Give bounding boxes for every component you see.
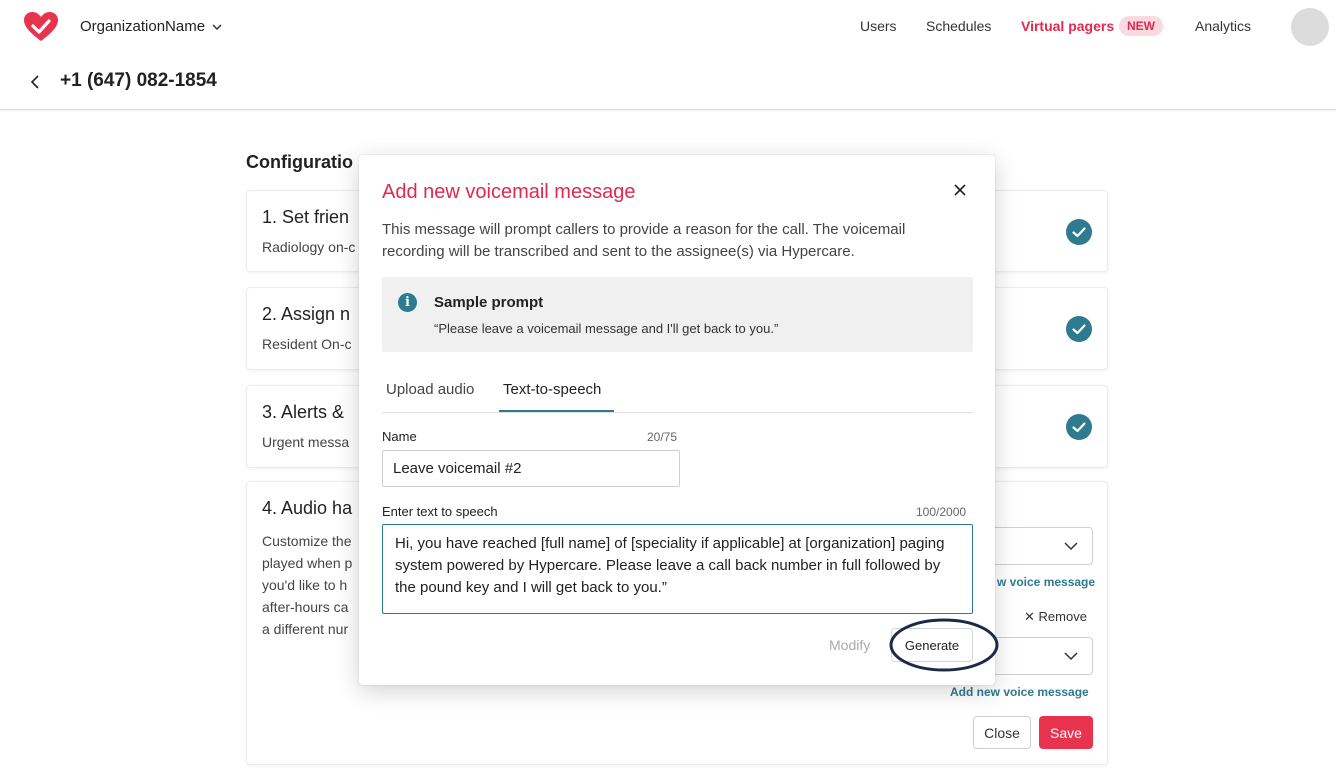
voice-message-select-1[interactable] [990,527,1093,565]
top-nav: OrganizationName Users Schedules Virtual… [0,0,1336,54]
card-3-title: 3. Alerts & [262,402,345,422]
tts-label: Enter text to speech [382,504,498,519]
modal-description: This message will prompt callers to prov… [382,221,906,260]
tab-text-to-speech[interactable]: Text-to-speech [503,381,601,408]
voice-message-select-2[interactable] [990,637,1093,675]
chevron-down-icon [1064,652,1078,661]
close-icon[interactable] [953,183,967,197]
info-icon: i [398,293,417,312]
page: OrganizationName Users Schedules Virtual… [0,0,1336,780]
heart-logo-icon[interactable] [24,12,58,42]
check-icon [1066,316,1092,342]
card-4-title: 4. Audio ha [262,498,353,518]
name-label: Name [382,429,417,444]
chevron-down-icon [1064,542,1078,551]
tts-counter: 100/2000 [916,505,967,519]
add-voicemail-modal: Add new voicemail message This message w… [359,155,995,685]
modal-title: Add new voicemail message [382,181,636,203]
chevron-down-icon [212,23,222,30]
org-switcher[interactable]: OrganizationName [80,18,223,35]
modify-button[interactable]: Modify [829,637,870,653]
card-1-desc: Radiology on-c [262,239,356,255]
nav-analytics[interactable]: Analytics [1195,18,1251,34]
name-counter: 20/75 [647,430,678,444]
sample-prompt-title: Sample prompt [434,294,544,311]
check-icon [1066,414,1092,440]
card-4-desc: Customize the played when p you'd like t… [262,533,353,637]
tab-bar: Upload audio Text-to-speech [382,377,973,413]
active-tab-indicator [499,410,614,412]
sample-prompt-text: “Please leave a voicemail message and I'… [434,321,779,336]
new-badge: NEW [1119,16,1163,36]
remove-button[interactable]: ✕ Remove [1024,609,1087,625]
name-field[interactable] [382,450,680,487]
avatar[interactable] [1291,8,1329,46]
card-2-desc: Resident On-c [262,336,352,352]
nav-virtual-pagers[interactable]: Virtual pagers [1021,18,1114,34]
add-voice-message-link-1[interactable]: w voice message [997,575,1095,589]
save-button[interactable]: Save [1039,716,1093,749]
card-3-desc: Urgent messa [262,434,350,450]
close-button[interactable]: Close [973,716,1031,749]
sample-prompt-box: i Sample prompt “Please leave a voicemai… [382,277,973,352]
check-icon [1066,219,1092,245]
org-name: OrganizationName [80,18,206,35]
add-voice-message-link-2[interactable]: Add new voice message [950,685,1089,699]
configuration-title: Configuratio [246,152,353,172]
back-arrow-icon[interactable] [28,74,44,90]
nav-schedules[interactable]: Schedules [926,18,991,34]
tab-upload-audio[interactable]: Upload audio [386,381,474,408]
card-1-title: 1. Set frien [262,207,350,227]
generate-button[interactable]: Generate [891,628,973,662]
card-2-title: 2. Assign n [262,304,351,324]
tts-textarea[interactable]: Hi, you have reached [full name] of [spe… [382,524,973,614]
close-icon: ✕ [1024,609,1035,624]
page-title: +1 (647) 082-1854 [60,70,217,91]
nav-users[interactable]: Users [860,18,897,34]
sub-header: +1 (647) 082-1854 [0,54,1336,110]
